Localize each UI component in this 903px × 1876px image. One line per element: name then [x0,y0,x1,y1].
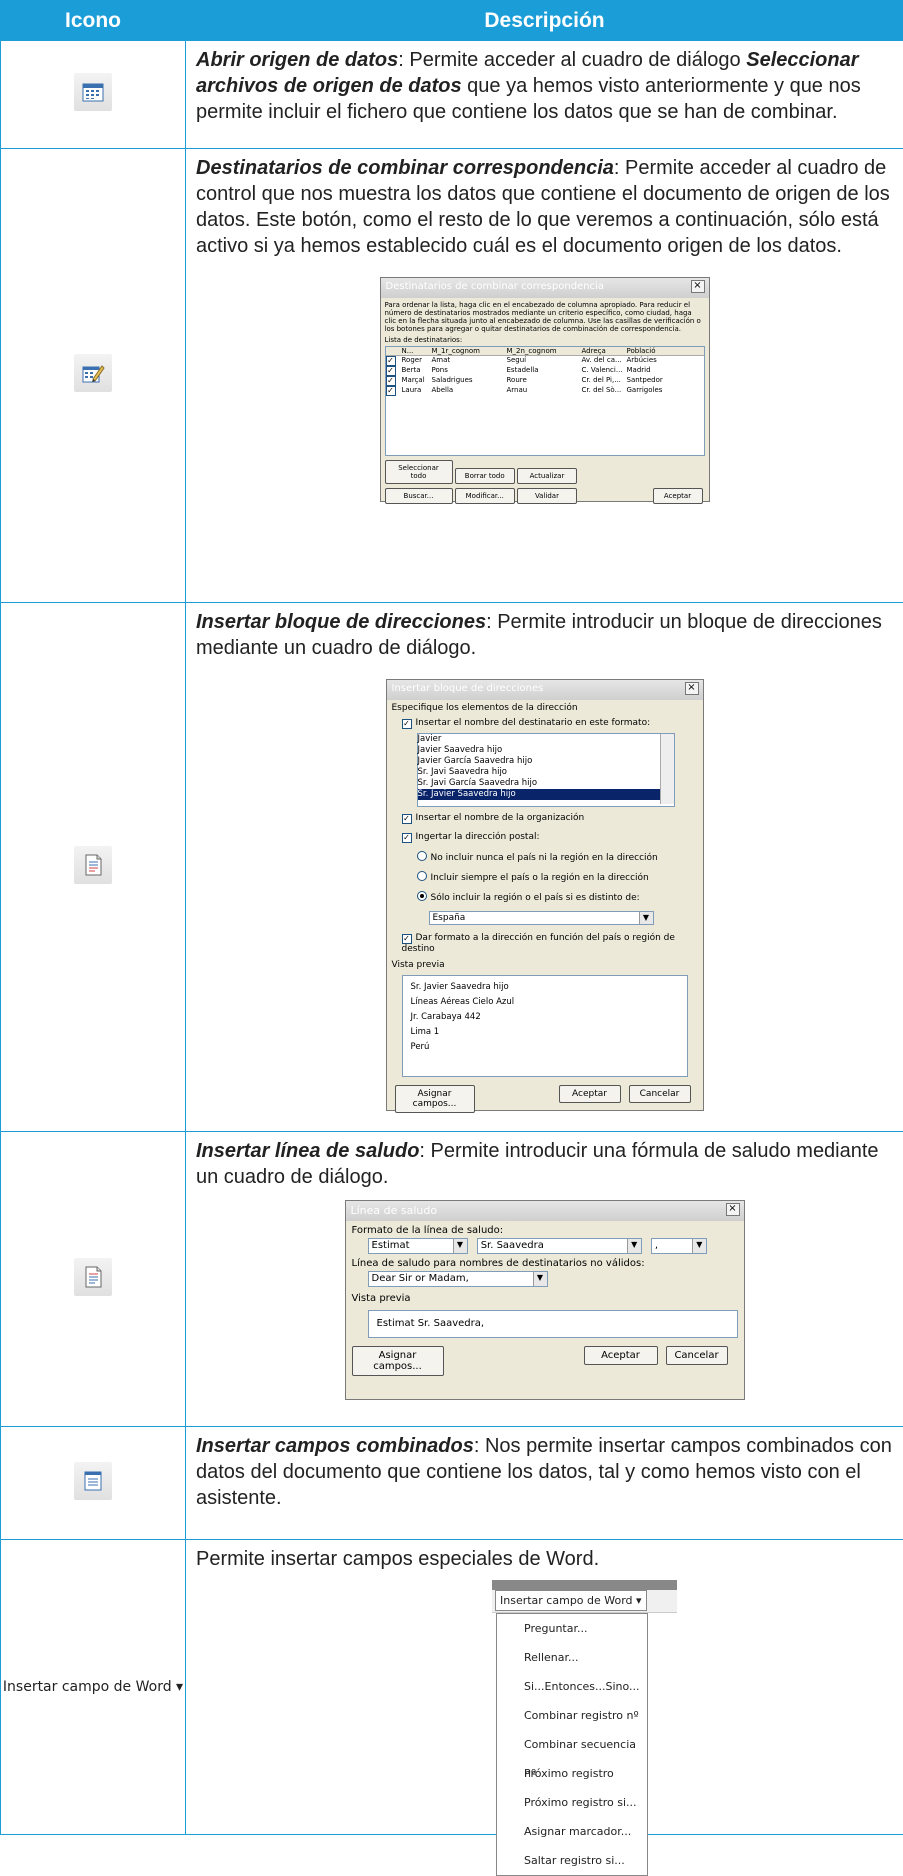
org-checkbox[interactable]: ✓Insertar el nombre de la organización [387,809,703,828]
format-checkbox[interactable]: ✓Dar formato a la dirección en función d… [387,929,703,958]
accept-button[interactable]: Aceptar [653,488,703,504]
header-icon: Icono [1,1,186,41]
col-header[interactable]: Població [627,347,682,355]
menu-item[interactable]: Asignar marcador... [497,1817,647,1846]
format-label: Formato de la línea de saludo: [346,1221,744,1238]
menu-item[interactable]: Próximo registro si... [497,1788,647,1817]
row-description: Insertar línea de saludo: Permite introd… [186,1132,903,1190]
cancel-button[interactable]: Cancelar [629,1085,691,1103]
salutation-select[interactable]: Estimat▼ [368,1238,468,1254]
address-preview: Sr. Javier Saavedra hijo Líneas Aéreas C… [402,975,688,1077]
row-description: Abrir origen de datos: Permite acceder a… [186,41,903,125]
menu-item[interactable]: Rellenar... [497,1643,647,1672]
list-item[interactable]: Javier García Saavedra hijo [418,756,674,767]
col-header[interactable]: M_2n_cognom [507,347,582,355]
chevron-down-icon: ▼ [453,1239,467,1253]
preview-label: Vista previa [387,958,703,972]
dialog-title: Destinatarios de combinar correspondenci… [386,281,604,292]
chevron-down-icon: ▼ [533,1272,547,1286]
col-header[interactable]: Adreça [582,347,627,355]
group-label: Especifique los elementos de la direcció… [387,700,703,716]
header-description: Descripción [186,1,903,41]
word-field-menu: Preguntar... Rellenar... Si...Entonces..… [496,1613,648,1876]
insert-word-field-dropdown[interactable]: Insertar campo de Word ▾ [495,1590,647,1611]
assign-fields-button[interactable]: Asignar campos... [352,1346,444,1376]
radio-never-country[interactable]: No incluir nunca el país ni la región en… [387,847,703,867]
menu-item[interactable]: Preguntar... [497,1614,647,1643]
list-item[interactable]: Sr. Javi Saavedra hijo [418,767,674,778]
row-description: Permite insertar campos especiales de Wo… [186,1540,903,1572]
recipients-list[interactable]: N... M_1r_cognom M_2n_cognom Adreça Pobl… [385,346,705,456]
dialog-intro: Para ordenar la lista, haga clic en el e… [381,298,709,336]
table-row[interactable]: ✓LauraAbellaArnauCr. del Sò...Garrigoles [386,386,704,396]
cancel-button[interactable]: Cancelar [666,1346,728,1365]
name-select[interactable]: Sr. Saavedra▼ [477,1238,642,1254]
edit-recipients-icon[interactable] [74,354,112,392]
row-description: Destinatarios de combinar correspondenci… [186,149,903,259]
address-block-icon[interactable] [74,846,112,884]
menu-item[interactable]: Próximo registro [497,1759,647,1788]
features-table: Icono Descripción Abrir origen de datos:… [0,0,903,1835]
row-description: Insertar bloque de direcciones: Permite … [186,603,903,661]
postal-checkbox[interactable]: ✓Ingertar la dirección postal: [387,828,703,847]
invalid-select[interactable]: Dear Sir or Madam,▼ [368,1271,548,1287]
dialog-title: Insertar bloque de direcciones [392,683,544,694]
find-button[interactable]: Buscar... [385,488,453,504]
close-icon[interactable]: × [726,1203,740,1216]
recipients-dialog: Destinatarios de combinar correspondenci… [380,277,710,502]
validate-button[interactable]: Validar [517,488,577,504]
close-icon[interactable]: × [685,682,699,695]
col-header[interactable]: M_1r_cognom [432,347,507,355]
row-description: Insertar campos combinados: Nos permite … [186,1427,903,1511]
list-item[interactable]: Javier [418,734,674,745]
scrollbar[interactable] [660,734,674,804]
name-format-list[interactable]: Javier Javier Saavedra hijo Javier Garcí… [417,733,675,807]
accept-button[interactable]: Aceptar [559,1085,621,1103]
dialog-title: Línea de saludo [351,1204,438,1217]
close-icon[interactable]: × [691,280,705,293]
list-label: Lista de destinatarios: [381,336,709,344]
punctuation-select[interactable]: ,▼ [651,1238,707,1254]
menu-item[interactable]: Combinar registro nº [497,1701,647,1730]
table-row[interactable]: ✓MarçalSaladriguesRoureCr. del Pi,...San… [386,376,704,386]
table-row[interactable]: ✓BertaPonsEstadellaC. Valenci...Madrid [386,366,704,376]
edit-button[interactable]: Modificar... [455,488,515,504]
greeting-preview: Estimat Sr. Saavedra, [368,1310,738,1338]
col-header[interactable]: N... [402,347,432,355]
table-row[interactable]: ✓RogerAmatSeguíAv. del ca...Arbúcies [386,356,704,366]
assign-fields-button[interactable]: Asignar campos... [395,1085,475,1113]
radio-always-country[interactable]: Incluir siempre el país o la región en l… [387,867,703,887]
radio-only-if-different[interactable]: Sólo incluir la región o el país si es d… [387,887,703,907]
chevron-down-icon: ▼ [639,912,653,924]
list-item-selected[interactable]: Sr. Javier Saavedra hijo [418,789,660,800]
refresh-button[interactable]: Actualizar [517,468,577,484]
select-all-button[interactable]: Seleccionar todo [385,460,453,484]
menu-item[interactable]: Combinar secuencia nº [497,1730,647,1759]
clear-all-button[interactable]: Borrar todo [455,468,515,484]
list-item[interactable]: Sr. Javi García Saavedra hijo [418,778,674,789]
name-format-checkbox[interactable]: ✓Insertar el nombre del destinatario en … [387,716,703,731]
chevron-down-icon: ▼ [627,1239,641,1253]
country-select[interactable]: España▼ [429,911,654,925]
insert-word-field-button[interactable]: Insertar campo de Word ▾ [3,1679,183,1695]
word-field-menu-screenshot: Insertar campo de Word ▾ Preguntar... Re… [492,1580,677,1820]
address-block-dialog: Insertar bloque de direcciones × Especifi… [386,679,704,1111]
chevron-down-icon: ▼ [692,1239,706,1253]
menu-item[interactable]: Saltar registro si... [497,1846,647,1875]
list-item[interactable]: Javier Saavedra hijo [418,745,674,756]
menu-item[interactable]: Si...Entonces...Sino... [497,1672,647,1701]
accept-button[interactable]: Aceptar [584,1346,658,1365]
calendar-grid-icon[interactable] [74,73,112,111]
preview-label: Vista previa [346,1287,744,1306]
merge-field-icon[interactable] [74,1462,112,1500]
invalid-label: Línea de saludo para nombres de destinat… [346,1254,744,1271]
greeting-dialog: Línea de saludo × Formato de la línea de … [345,1200,745,1400]
greeting-line-icon[interactable] [74,1258,112,1296]
